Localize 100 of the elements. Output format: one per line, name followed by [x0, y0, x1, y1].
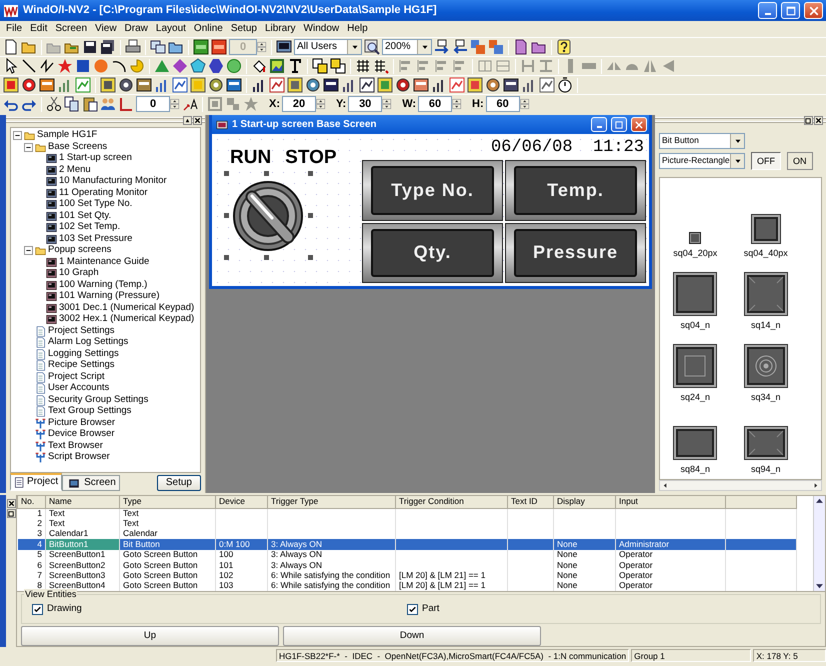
part-tool-icon[interactable]	[359, 77, 375, 93]
nav-button[interactable]: Down	[283, 626, 541, 646]
part-tool-icon[interactable]	[485, 77, 501, 93]
zoom-dropdown[interactable]: 200%	[382, 39, 432, 55]
part-tool-icon[interactable]	[503, 77, 519, 93]
send-back-icon[interactable]	[330, 58, 346, 74]
checkbox[interactable]	[407, 604, 418, 615]
tree-item[interactable]: Project Settings	[48, 326, 115, 337]
column-header[interactable]: Input	[616, 496, 726, 508]
part-tool-icon[interactable]	[287, 77, 303, 93]
tree-item[interactable]: Security Group Settings	[48, 394, 148, 406]
tree-item[interactable]: Recipe Settings	[48, 360, 115, 372]
cut-icon[interactable]	[46, 96, 62, 112]
paint-bucket-icon[interactable]	[251, 58, 267, 74]
maximize-button[interactable]	[611, 117, 627, 132]
table-row[interactable]: 5 ScreenButton1 Goto Screen Button 100 3: Always ON None Operator	[18, 550, 796, 560]
circle-icon[interactable]	[226, 58, 242, 74]
tree-item[interactable]: Logging Settings	[48, 348, 119, 360]
part-tool-icon[interactable]	[395, 77, 411, 93]
maximize-button[interactable]	[781, 2, 800, 19]
zoom-icon[interactable]	[364, 39, 380, 55]
menu-item[interactable]: Layout	[152, 23, 190, 35]
state-toggle[interactable]: OFF	[751, 152, 781, 170]
column-header[interactable]: Trigger Condition	[396, 496, 508, 508]
expander-icon[interactable]	[24, 246, 33, 256]
screen-button[interactable]: Pressure	[505, 222, 646, 283]
minimize-button[interactable]	[758, 2, 777, 19]
text-size-icon[interactable]	[182, 96, 198, 112]
screen-button[interactable]: Temp.	[505, 160, 646, 220]
panel-tab[interactable]: Screen	[62, 475, 120, 491]
spin-arrows-icon[interactable]	[382, 96, 392, 112]
tree-item[interactable]: 102 Set Temp.	[59, 222, 120, 234]
arc-icon[interactable]	[111, 58, 127, 74]
part-tool-icon[interactable]	[190, 77, 206, 93]
grid-snap-icon[interactable]	[373, 58, 389, 74]
position-field[interactable]: 30	[348, 96, 382, 112]
spin-arrows-icon[interactable]	[316, 96, 326, 112]
menu-item[interactable]: Draw	[120, 23, 152, 35]
menu-item[interactable]: File	[2, 23, 26, 35]
copy-icon[interactable]	[64, 96, 80, 112]
column-header[interactable]: Type	[120, 496, 216, 508]
panel-tab[interactable]: Project	[10, 473, 62, 491]
checkbox[interactable]	[32, 604, 43, 615]
help-icon[interactable]	[556, 39, 572, 55]
setup-button[interactable]: Setup	[156, 475, 201, 491]
tree-item[interactable]: Base Screens	[48, 142, 108, 153]
star-icon[interactable]	[57, 58, 73, 74]
tree-item[interactable]: Popup screens	[48, 245, 112, 256]
restore-button[interactable]	[6, 509, 16, 518]
save-icon[interactable]	[82, 39, 98, 55]
spin-arrows-icon[interactable]	[257, 39, 267, 55]
page-icon[interactable]	[513, 39, 529, 55]
button-thumbnail[interactable]	[744, 344, 788, 388]
tree-item[interactable]: Text Browser	[48, 440, 103, 452]
restore-button[interactable]	[804, 116, 813, 124]
menu-item[interactable]: Window	[300, 23, 344, 35]
import-text-icon[interactable]	[434, 39, 450, 55]
column-header[interactable]: Device	[216, 496, 268, 508]
menu-item[interactable]: Online	[190, 23, 227, 35]
column-header[interactable]: Name	[46, 496, 120, 508]
tree-item[interactable]: 100 Warning (Temp.)	[59, 280, 148, 291]
text-tool-icon[interactable]	[287, 58, 303, 74]
tree-item[interactable]: 101 Set Qty.	[59, 210, 112, 222]
tree-item[interactable]: 1 Start-up screen	[59, 153, 132, 164]
part-tool-icon[interactable]	[118, 77, 134, 93]
state-toggle[interactable]: ON	[787, 152, 812, 170]
vertical-scrollbar[interactable]	[813, 496, 825, 592]
menu-item[interactable]: Library	[260, 23, 300, 35]
panel-close-button[interactable]	[193, 116, 202, 124]
part-tool-icon[interactable]	[467, 77, 483, 93]
part-tool-icon[interactable]	[136, 77, 152, 93]
menu-item[interactable]: Screen	[51, 23, 92, 35]
bring-front-icon[interactable]	[312, 58, 328, 74]
part-tool-icon[interactable]	[413, 77, 429, 93]
button-thumbnail[interactable]	[689, 232, 702, 244]
tree-item[interactable]: 10 Graph	[59, 268, 99, 280]
panel-close-button[interactable]	[6, 499, 16, 508]
screen-button[interactable]: Qty.	[362, 222, 503, 283]
tree-item[interactable]: Project Script	[48, 372, 104, 383]
export-icon[interactable]	[488, 39, 504, 55]
panel-close-button[interactable]	[814, 116, 823, 124]
column-header[interactable]: Trigger Type	[268, 496, 396, 508]
scroll-left-icon[interactable]	[662, 482, 669, 489]
button-thumbnail[interactable]	[744, 426, 788, 460]
tree-item[interactable]: 11 Operating Monitor	[59, 188, 148, 199]
tree-item[interactable]: 2 Menu	[59, 164, 91, 176]
new-file-icon[interactable]	[3, 39, 19, 55]
menu-item[interactable]: Edit	[26, 23, 52, 35]
button-thumbnail[interactable]	[750, 214, 781, 244]
shape-dropdown[interactable]: Picture-Rectangle	[659, 153, 745, 169]
part-tool-icon[interactable]	[100, 77, 116, 93]
part-tool-icon[interactable]	[226, 77, 242, 93]
table-row[interactable]: 7 ScreenButton3 Goto Screen Button 102 6: While satisfying the condition [LM 20] & [LM 21] == 1 None Operator	[18, 570, 796, 581]
pentagon-icon[interactable]	[190, 58, 206, 74]
button-thumbnail[interactable]	[673, 272, 718, 316]
tree-item[interactable]: 100 Set Type No.	[59, 199, 132, 210]
pin-button[interactable]	[183, 116, 192, 124]
table-row[interactable]: 2 Text Text	[18, 518, 796, 529]
column-header[interactable]: No.	[18, 496, 46, 508]
minimize-button[interactable]	[591, 117, 607, 132]
